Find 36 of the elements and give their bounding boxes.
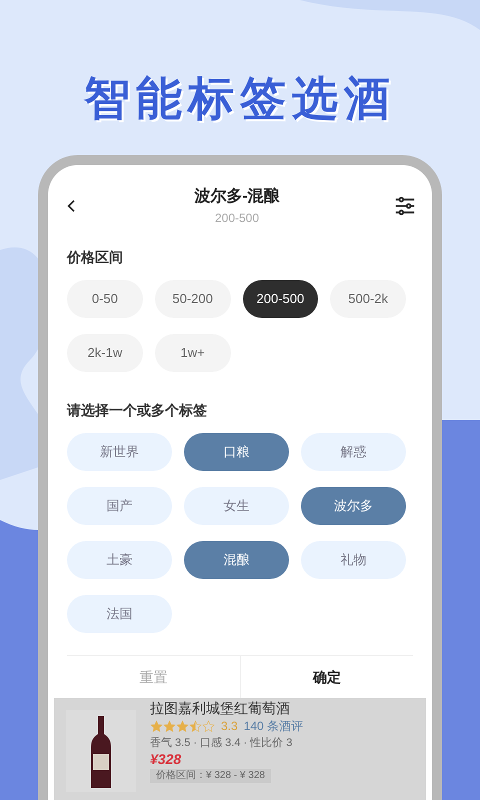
star-icon [189,720,202,732]
price-chip[interactable]: 200-500 [242,280,318,318]
section-label: 价格区间 [67,248,124,267]
tag-chip[interactable]: 土豪 [67,541,172,579]
star-icon [176,720,189,732]
tag-chip[interactable]: 新世界 [67,433,172,471]
price-chip[interactable]: 500-2k [330,280,406,318]
review-count: 140 条酒评 [244,718,304,735]
tag-chip[interactable]: 解惑 [301,433,406,471]
price-chip[interactable]: 50-200 [154,280,230,318]
section-label: 请选择一个或多个标签 [67,401,208,420]
rating-value: 3.3 [221,718,238,735]
price-chip[interactable]: 0-50 [67,280,143,318]
product-card[interactable]: 拉图嘉利城堡红葡萄酒 3.3 140 条酒评 香气 3.5 · 口感 3.4 · 性比价 3 ¥328 价格区间：¥ 328 - ¥ 328 [54,698,426,800]
price-range-tag: 价格区间：¥ 328 - ¥ 328 [150,769,271,783]
score-summary: 香气 3.5 · 口感 3.4 · 性比价 3 [150,736,294,750]
tag-chip[interactable]: 混酿 [184,541,289,579]
page-subtitle: 200-500 [214,210,260,227]
price-chip[interactable]: 1w+ [154,334,230,372]
tag-chip[interactable]: 国产 [67,487,172,525]
star-icon [202,720,215,732]
confirm-button[interactable]: 确定 [240,656,413,698]
star-icon [150,720,163,732]
filter-icon[interactable] [394,195,416,217]
product-price: ¥328 [150,751,182,768]
product-name: 拉图嘉利城堡红葡萄酒 [150,700,291,716]
tag-chip[interactable]: 法国 [67,595,172,633]
star-icon [163,720,176,732]
tag-chip[interactable]: 女生 [184,487,289,525]
tag-chip[interactable]: 波尔多 [301,487,406,525]
headline: 智能标签选酒 [84,71,396,126]
wine-bottle-icon [66,710,136,792]
tag-chip[interactable]: 口粮 [184,433,289,471]
price-chip[interactable]: 2k-1w [67,334,143,372]
tag-chip[interactable]: 礼物 [301,541,406,579]
page-title: 波尔多-混酿 [194,186,280,207]
